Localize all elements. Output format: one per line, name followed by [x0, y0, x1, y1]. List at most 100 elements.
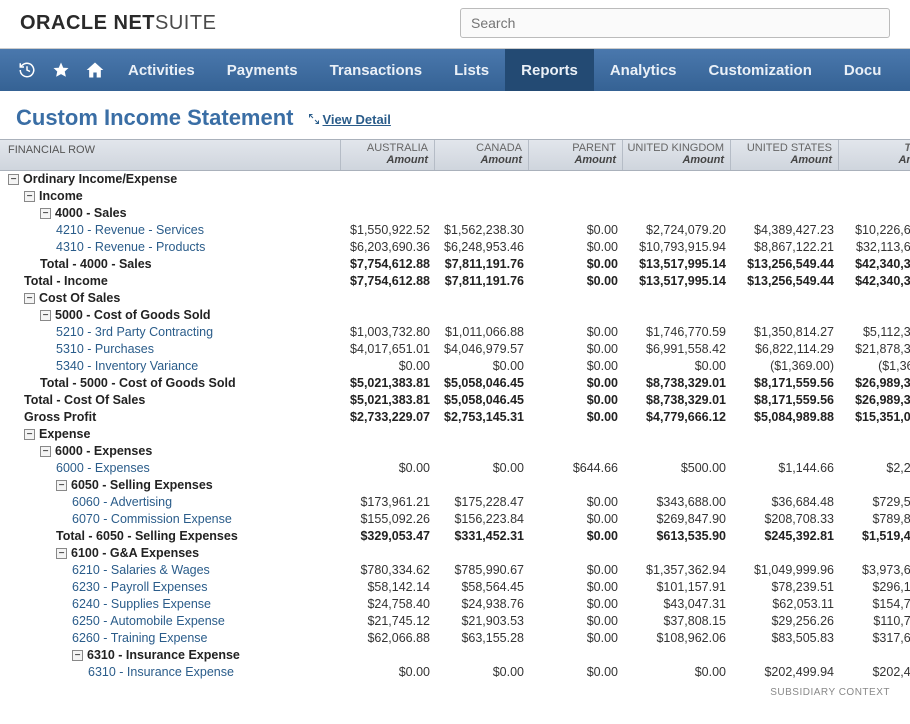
history-icon[interactable]: [10, 53, 44, 87]
star-icon[interactable]: [44, 53, 78, 87]
collapse-toggle[interactable]: −: [40, 310, 51, 321]
brand-part3: SUITE: [155, 12, 216, 34]
row-label-text: Ordinary Income/Expense: [23, 172, 177, 186]
collapse-toggle[interactable]: −: [72, 650, 83, 661]
cell: $5,021,383.81: [340, 375, 434, 392]
row-label[interactable]: 6260 - Training Expense: [8, 630, 340, 647]
nav-tab-analytics[interactable]: Analytics: [594, 49, 693, 91]
row-label[interactable]: 5210 - 3rd Party Contracting: [8, 324, 340, 341]
cell: $62,053.11: [730, 596, 838, 613]
nav-tab-payments[interactable]: Payments: [211, 49, 314, 91]
row-label-header: FINANCIAL ROW: [0, 140, 340, 170]
row-label-text: 6070 - Commission Expense: [72, 512, 232, 526]
col-header-australia: AUSTRALIAAmount: [340, 140, 434, 170]
nav-tab-transactions[interactable]: Transactions: [314, 49, 439, 91]
table-row: −6100 - G&A Expenses: [0, 545, 910, 562]
cell: $63,155.28: [434, 630, 528, 647]
table-row: 6210 - Salaries & Wages$780,334.62$785,9…: [0, 562, 910, 579]
search-container: [460, 8, 890, 38]
cell: $1,049,999.96: [730, 562, 838, 579]
cell: $0.00: [528, 664, 622, 681]
cell: $6,822,114.29: [730, 341, 838, 358]
collapse-toggle[interactable]: −: [24, 293, 35, 304]
nav-tab-activities[interactable]: Activities: [112, 49, 211, 91]
cell: $644.66: [528, 460, 622, 477]
cell: $0.00: [340, 358, 434, 375]
cell: $7,754,612.88: [340, 273, 434, 290]
table-row: 6310 - Insurance Expense$0.00$0.00$0.00$…: [0, 664, 910, 681]
collapse-toggle[interactable]: −: [24, 191, 35, 202]
cell: $0.00: [340, 460, 434, 477]
row-label: Total - 4000 - Sales: [8, 256, 340, 273]
nav-tab-docu[interactable]: Docu: [828, 49, 898, 91]
cell: $1,357,362.94: [622, 562, 730, 579]
cell: $0.00: [528, 562, 622, 579]
cell: $43,047.31: [622, 596, 730, 613]
row-label[interactable]: 6310 - Insurance Expense: [8, 664, 340, 681]
cell: $202,499.94: [730, 664, 838, 681]
collapse-toggle[interactable]: −: [24, 429, 35, 440]
cell: $13,256,549.44: [730, 256, 838, 273]
collapse-toggle[interactable]: −: [56, 480, 67, 491]
brand-part2: NET: [114, 12, 156, 34]
cell: $789,872.32: [838, 511, 910, 528]
table-row: 5340 - Inventory Variance$0.00$0.00$0.00…: [0, 358, 910, 375]
search-input[interactable]: [460, 8, 890, 38]
cell: $329,053.47: [340, 528, 434, 545]
table-row: 5310 - Purchases$4,017,651.01$4,046,979.…: [0, 341, 910, 358]
row-label[interactable]: 4210 - Revenue - Services: [8, 222, 340, 239]
cell: $331,452.31: [434, 528, 528, 545]
row-label: Gross Profit: [8, 409, 340, 426]
row-label-text: Gross Profit: [24, 410, 96, 424]
cell: ($1,369.00): [838, 358, 910, 375]
cell: $0.00: [340, 664, 434, 681]
cell: $2,289.32: [838, 460, 910, 477]
row-label[interactable]: 6070 - Commission Expense: [8, 511, 340, 528]
table-row: 4310 - Revenue - Products$6,203,690.36$6…: [0, 239, 910, 256]
cell: $58,142.14: [340, 579, 434, 596]
nav-tab-customization[interactable]: Customization: [693, 49, 828, 91]
row-label[interactable]: 6230 - Payroll Expenses: [8, 579, 340, 596]
col-header-canada: CANADAAmount: [434, 140, 528, 170]
collapse-toggle[interactable]: −: [40, 208, 51, 219]
cell: $7,754,612.88: [340, 256, 434, 273]
cell: $8,171,559.56: [730, 375, 838, 392]
row-label[interactable]: 6210 - Salaries & Wages: [8, 562, 340, 579]
cell: $785,990.67: [434, 562, 528, 579]
row-label: Total - Income: [8, 273, 340, 290]
cell: $42,340,349.22: [838, 256, 910, 273]
brand-logo: ORACLE NETSUITE: [20, 12, 216, 35]
row-label[interactable]: 6060 - Advertising: [8, 494, 340, 511]
row-label-text: 6100 - G&A Expenses: [71, 546, 199, 560]
table-row: 6000 - Expenses$0.00$0.00$644.66$500.00$…: [0, 460, 910, 477]
row-label[interactable]: 6000 - Expenses: [8, 460, 340, 477]
row-label[interactable]: 5340 - Inventory Variance: [8, 358, 340, 375]
main-nav: ActivitiesPaymentsTransactionsListsRepor…: [0, 49, 910, 91]
table-row: −6310 - Insurance Expense: [0, 647, 910, 664]
table-row: Total - Cost Of Sales$5,021,383.81$5,058…: [0, 392, 910, 409]
cell: $0.00: [622, 358, 730, 375]
cell: $0.00: [622, 664, 730, 681]
collapse-toggle[interactable]: −: [56, 548, 67, 559]
row-label-text: 6210 - Salaries & Wages: [72, 563, 210, 577]
row-label: −4000 - Sales: [8, 205, 340, 222]
cell: $0.00: [528, 596, 622, 613]
nav-tab-lists[interactable]: Lists: [438, 49, 505, 91]
collapse-toggle[interactable]: −: [8, 174, 19, 185]
row-label: Total - 6050 - Selling Expenses: [8, 528, 340, 545]
view-detail-link[interactable]: View Detail: [308, 112, 391, 127]
brand-part1: ORACLE: [20, 12, 107, 34]
cell: $269,847.90: [622, 511, 730, 528]
home-icon[interactable]: [78, 53, 112, 87]
nav-tab-reports[interactable]: Reports: [505, 49, 594, 91]
table-row: −Ordinary Income/Expense: [0, 171, 910, 188]
row-label-text: 5000 - Cost of Goods Sold: [55, 308, 211, 322]
row-label[interactable]: 4310 - Revenue - Products: [8, 239, 340, 256]
top-bar: ORACLE NETSUITE: [0, 0, 910, 49]
collapse-toggle[interactable]: −: [40, 446, 51, 457]
row-label[interactable]: 6250 - Automobile Expense: [8, 613, 340, 630]
row-label[interactable]: 6240 - Supplies Expense: [8, 596, 340, 613]
cell: $36,684.48: [730, 494, 838, 511]
row-label[interactable]: 5310 - Purchases: [8, 341, 340, 358]
cell: $1,350,814.27: [730, 324, 838, 341]
